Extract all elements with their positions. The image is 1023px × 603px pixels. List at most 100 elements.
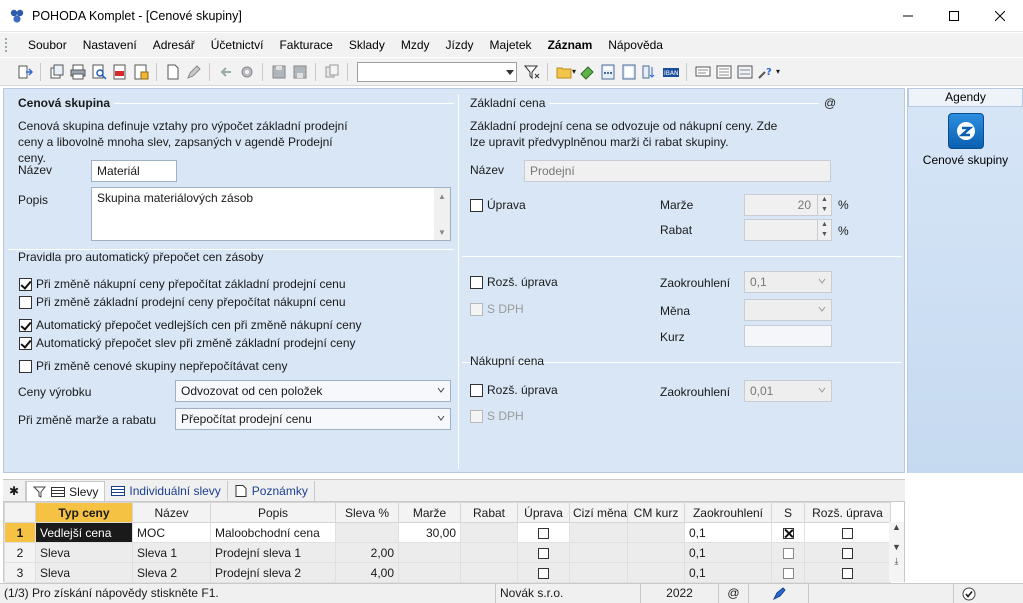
cell-roz-uprava[interactable]	[804, 542, 891, 563]
cell-popis[interactable]: Prodejní sleva 2	[210, 562, 336, 583]
cell-s[interactable]	[771, 522, 805, 543]
pdf-icon[interactable]	[112, 64, 128, 80]
settings-icon[interactable]	[239, 64, 255, 80]
col-s[interactable]: S	[771, 502, 805, 523]
zakladni-roz-uprava-checkbox[interactable]	[470, 276, 483, 289]
mena-select[interactable]	[744, 299, 832, 321]
menu-napoveda[interactable]: Nápověda	[600, 38, 671, 52]
duplicate-icon[interactable]	[324, 64, 340, 80]
status-sign-icon[interactable]	[748, 584, 808, 603]
cell-nazev[interactable]: Sleva 1	[132, 542, 211, 563]
report-icon[interactable]	[133, 64, 149, 80]
pravidlo-checkbox-4[interactable]	[19, 337, 32, 350]
zakladni-s-dph-checkbox[interactable]	[470, 303, 483, 316]
scroll-up-icon[interactable]: ▲	[889, 522, 904, 532]
folder-icon[interactable]	[556, 64, 572, 80]
cell-cm-kurz[interactable]	[627, 562, 685, 583]
menu-sklady[interactable]: Sklady	[341, 38, 393, 52]
cell-sleva[interactable]: 4,00	[335, 562, 399, 583]
uprava-checkbox-cell[interactable]	[538, 547, 549, 559]
rabat-spinner[interactable]: ▲ ▼	[817, 220, 831, 240]
print-preview-icon[interactable]	[91, 64, 107, 80]
sort-icon[interactable]	[642, 64, 658, 80]
cell-cm-kurz[interactable]	[627, 522, 685, 543]
kurz-input[interactable]	[744, 325, 832, 347]
col-zaokrouhleni[interactable]: Zaokrouhlení	[684, 502, 772, 523]
document-list-icon[interactable]	[737, 64, 753, 80]
save-close-icon[interactable]	[292, 64, 308, 80]
col-roz-uprava[interactable]: Rozš. úprava	[804, 502, 891, 523]
menu-jizdy[interactable]: Jízdy	[438, 38, 482, 52]
nazev-input[interactable]: Materiál	[91, 160, 177, 182]
cell-roz-uprava[interactable]	[804, 562, 891, 583]
minimize-button[interactable]	[885, 0, 931, 32]
cell-cm-kurz[interactable]	[627, 542, 685, 563]
uprava-checkbox-cell[interactable]	[538, 567, 549, 579]
status-company[interactable]: Novák s.r.o.	[495, 584, 640, 603]
tab-individualni-slevy[interactable]: Individuální slevy	[105, 481, 228, 501]
agenda-switch-icon[interactable]	[17, 64, 33, 80]
ceny-vyrobku-select[interactable]: Odvozovat od cen položek	[175, 380, 451, 402]
cell-s[interactable]	[771, 542, 805, 563]
cell-sleva[interactable]: 2,00	[335, 542, 399, 563]
maximize-button[interactable]	[931, 0, 977, 32]
cell-popis[interactable]: Maloobchodní cena	[210, 522, 336, 543]
calculator-icon[interactable]	[600, 64, 616, 80]
col-uprava[interactable]: Úprava	[517, 502, 570, 523]
col-cizi-mena[interactable]: Cizí měna	[569, 502, 628, 523]
agendy-item-cenove-skupiny[interactable]: Cenové skupiny	[908, 113, 1023, 167]
col-popis[interactable]: Popis	[210, 502, 336, 523]
cell-sleva[interactable]	[335, 522, 399, 543]
tab-slevy[interactable]: Slevy	[26, 481, 106, 501]
cell-rabat[interactable]	[460, 542, 518, 563]
table-row[interactable]: 2 Sleva Sleva 1 Prodejní sleva 1 2,00 0,…	[4, 542, 891, 563]
print-icon[interactable]	[70, 64, 86, 80]
cell-cizi-mena[interactable]	[569, 522, 628, 543]
menu-zaznam[interactable]: Záznam	[540, 38, 601, 52]
s-checkbox-cell[interactable]	[782, 527, 794, 539]
pravidlo-checkbox-1[interactable]	[19, 278, 32, 291]
scroll-end-icon[interactable]: ⤓	[889, 556, 904, 567]
cell-typ[interactable]: Sleva	[35, 542, 133, 563]
cell-typ[interactable]: Vedlejší cena	[35, 522, 133, 543]
cell-uprava[interactable]	[517, 542, 570, 563]
folder-dropdown-icon[interactable]: ▾	[572, 67, 576, 76]
nakupni-s-dph-checkbox[interactable]	[470, 410, 483, 423]
col-sleva[interactable]: Sleva %	[335, 502, 399, 523]
grid-scrollbar[interactable]: ▲ ▼ ⤓	[889, 522, 904, 582]
cell-zaokrouhleni[interactable]: 0,1	[684, 522, 772, 543]
menu-fakturace[interactable]: Fakturace	[271, 38, 340, 52]
cell-roz-uprava[interactable]	[804, 522, 891, 543]
cell-marze[interactable]: 30,00	[398, 522, 461, 543]
popis-textarea[interactable]: Skupina materiálových zásob ▲ ▼	[91, 187, 451, 241]
cell-zaokrouhleni[interactable]: 0,1	[684, 542, 772, 563]
s-checkbox-cell[interactable]	[782, 567, 794, 579]
zmena-marze-select[interactable]: Přepočítat prodejní cenu	[175, 408, 451, 430]
cell-rabat[interactable]	[460, 562, 518, 583]
cell-s[interactable]	[771, 562, 805, 583]
filter-icon[interactable]	[523, 64, 540, 80]
help-icon[interactable]: ?	[757, 64, 774, 80]
copy-records-icon[interactable]	[49, 64, 65, 80]
status-year[interactable]: 2022	[640, 584, 718, 603]
eraser-icon[interactable]	[579, 64, 595, 80]
marze-spinner[interactable]: ▲ ▼	[817, 195, 831, 215]
status-check-icon[interactable]	[953, 584, 983, 603]
menu-ucetnictvi[interactable]: Účetnictví	[203, 38, 272, 52]
menu-majetek[interactable]: Majetek	[482, 38, 540, 52]
tab-new-row[interactable]: ✱	[3, 481, 27, 501]
col-cm-kurz[interactable]: CM kurz	[627, 502, 685, 523]
tab-poznamky[interactable]: Poznámky	[228, 481, 315, 501]
new-record-icon[interactable]	[165, 64, 181, 80]
pravidlo-checkbox-2[interactable]	[19, 296, 32, 309]
cell-zaokrouhleni[interactable]: 0,1	[684, 562, 772, 583]
message-icon[interactable]	[695, 64, 711, 80]
quick-search-combo[interactable]	[357, 61, 517, 82]
zakladni-zaokrouhleni-select[interactable]: 0,1	[744, 271, 832, 293]
back-arrow-icon[interactable]	[218, 64, 234, 80]
nakupni-roz-uprava-checkbox[interactable]	[470, 384, 483, 397]
cell-rabat[interactable]	[460, 522, 518, 543]
cell-marze[interactable]	[398, 542, 461, 563]
cell-marze[interactable]	[398, 562, 461, 583]
col-marze[interactable]: Marže	[398, 502, 461, 523]
